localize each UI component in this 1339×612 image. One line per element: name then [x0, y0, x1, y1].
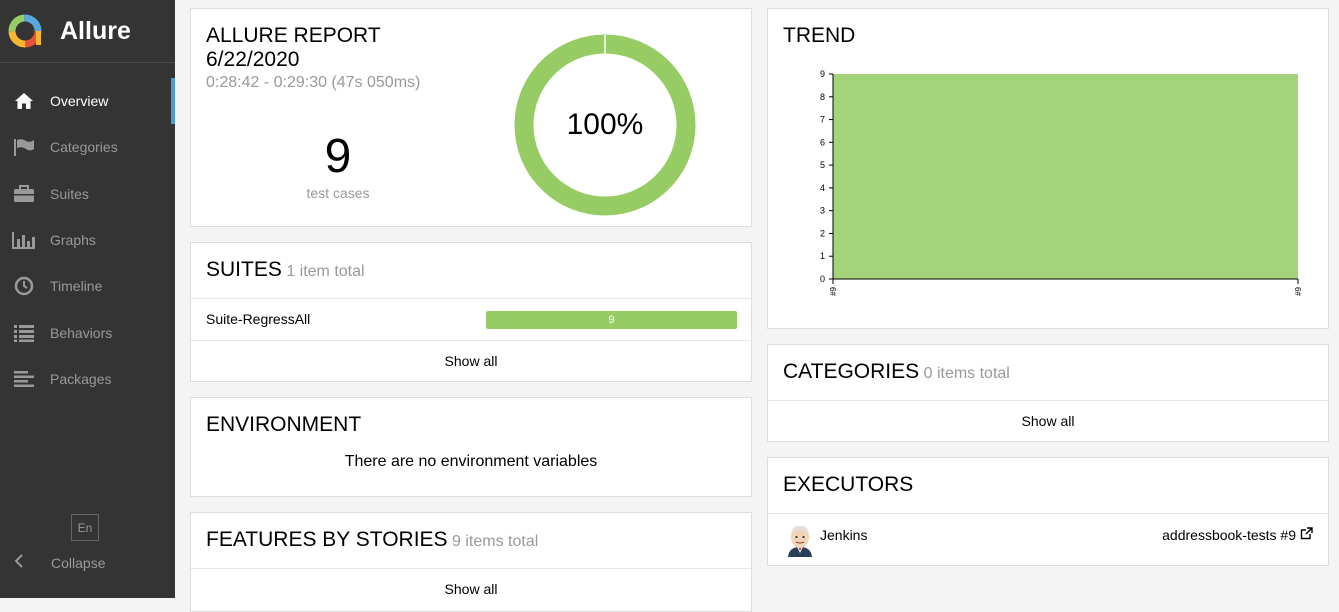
environment-empty-message: There are no environment variables [344, 453, 598, 470]
y-tick-label: 7 [820, 115, 825, 125]
brand-name: Allure [60, 16, 131, 45]
sidebar-item-categories[interactable]: Categories [0, 124, 175, 170]
sidebar-item-label: Behaviors [50, 324, 113, 341]
features-header: FEATURES BY STORIES 9 items total [191, 513, 751, 568]
trend-area-series-0 [833, 74, 1298, 279]
categories-widget: CATEGORIES 0 items total Show all [767, 344, 1329, 442]
suite-passed-bar[interactable]: 9 [486, 311, 737, 329]
brand[interactable]: Allure [0, 0, 175, 63]
executors-header: EXECUTORS [768, 458, 1328, 513]
sidebar-item-label: Overview [50, 93, 109, 110]
environment-header: ENVIRONMENT [191, 398, 751, 452]
report-title: ALLURE REPORT [206, 24, 381, 47]
y-tick-label: 5 [820, 160, 825, 170]
sidebar-item-label: Graphs [50, 232, 96, 249]
test-count-block: 9 test cases [238, 129, 438, 201]
sidebar-item-graphs[interactable]: Graphs [0, 217, 175, 263]
pass-rate-label: 100% [566, 108, 644, 141]
sidebar-item-overview[interactable]: Overview [0, 78, 175, 125]
categories-header: CATEGORIES 0 items total [768, 345, 1328, 400]
bar-chart-icon [12, 230, 36, 250]
y-tick-label: 4 [820, 183, 825, 193]
environment-title: ENVIRONMENT [206, 413, 362, 436]
suites-subtitle: 1 item total [286, 263, 365, 280]
sidebar-item-packages[interactable]: Packages [0, 356, 175, 402]
sidebar-item-timeline[interactable]: Timeline [0, 263, 175, 309]
y-tick-label: 8 [820, 92, 825, 102]
suites-title: SUITES [206, 258, 282, 281]
trend-title: TREND [783, 24, 856, 47]
suites-header: SUITES 1 item total [191, 243, 751, 298]
sidebar-item-label: Suites [50, 185, 89, 202]
suite-name: Suite-RegressAll [206, 311, 311, 327]
x-tick-label: #9 [829, 286, 838, 295]
summary-widget: ALLURE REPORT 6/22/2020 0:28:42 - 0:29:3… [190, 8, 752, 227]
suites-show-all-link[interactable]: Show all [191, 340, 751, 382]
y-tick-label: 0 [820, 274, 825, 284]
test-count-label: test cases [306, 185, 370, 201]
features-widget: FEATURES BY STORIES 9 items total Show a… [190, 512, 752, 612]
features-show-all-link[interactable]: Show all [191, 568, 751, 610]
briefcase-icon [12, 184, 36, 204]
trend-widget: TREND 0 1 2 3 4 5 6 7 8 9 #9 #9 [767, 8, 1329, 329]
collapse-label: Collapse [51, 554, 106, 571]
executor-row: Jenkins addressbook-tests #9 [768, 513, 1328, 566]
language-button[interactable]: En [71, 514, 99, 541]
report-time-range: 0:28:42 - 0:29:30 (47s 050ms) [206, 74, 421, 91]
collapse-button[interactable]: Collapse [14, 554, 105, 571]
report-heading: ALLURE REPORT 6/22/2020 0:28:42 - 0:29:3… [206, 24, 420, 92]
sidebar-item-label: Timeline [50, 278, 103, 295]
trend-header: TREND [768, 9, 1328, 63]
categories-title: CATEGORIES [783, 360, 920, 383]
y-tick-label: 6 [820, 137, 825, 147]
chevron-left-icon [14, 554, 24, 571]
sidebar-nav: Overview Categories Suites Graphs Timeli… [0, 78, 175, 402]
home-icon [12, 91, 36, 111]
y-tick-label: 3 [820, 206, 825, 216]
trend-chart[interactable]: 0 1 2 3 4 5 6 7 8 9 #9 #9 [778, 64, 1318, 314]
suite-row[interactable]: Suite-RegressAll 9 [191, 298, 751, 340]
sidebar-item-label: Categories [50, 139, 118, 156]
environment-widget: ENVIRONMENT There are no environment var… [190, 397, 752, 497]
sidebar-item-label: Packages [50, 370, 112, 387]
list-icon [12, 323, 36, 343]
report-date: 6/22/2020 [206, 48, 300, 71]
align-left-icon [12, 369, 36, 389]
sidebar-item-suites[interactable]: Suites [0, 171, 175, 217]
features-title: FEATURES BY STORIES [206, 528, 448, 551]
x-tick-label: #9 [1294, 286, 1303, 295]
categories-subtitle: 0 items total [923, 365, 1010, 382]
suites-widget: SUITES 1 item total Suite-RegressAll 9 S… [190, 242, 752, 382]
y-tick-label: 1 [820, 251, 825, 261]
y-tick-label: 9 [820, 69, 825, 79]
external-link-icon[interactable] [1300, 527, 1313, 545]
features-subtitle: 9 items total [452, 533, 539, 550]
y-tick-label: 2 [820, 228, 825, 238]
test-count: 9 [324, 130, 352, 183]
flag-icon [12, 137, 36, 157]
sidebar-item-behaviors[interactable]: Behaviors [0, 309, 175, 355]
executors-title: EXECUTORS [783, 473, 914, 496]
executor-build-link[interactable]: addressbook-tests #9 [1162, 527, 1296, 543]
jenkins-avatar-icon [788, 525, 812, 557]
clock-icon [12, 276, 36, 296]
executors-widget: EXECUTORS Jenkins addressbook-tests #9 [767, 457, 1329, 566]
allure-logo-icon [8, 14, 42, 48]
executor-name: Jenkins [820, 527, 868, 543]
sidebar: Allure Overview Categories Suites Graphs [0, 0, 175, 598]
categories-show-all-link[interactable]: Show all [768, 400, 1328, 441]
